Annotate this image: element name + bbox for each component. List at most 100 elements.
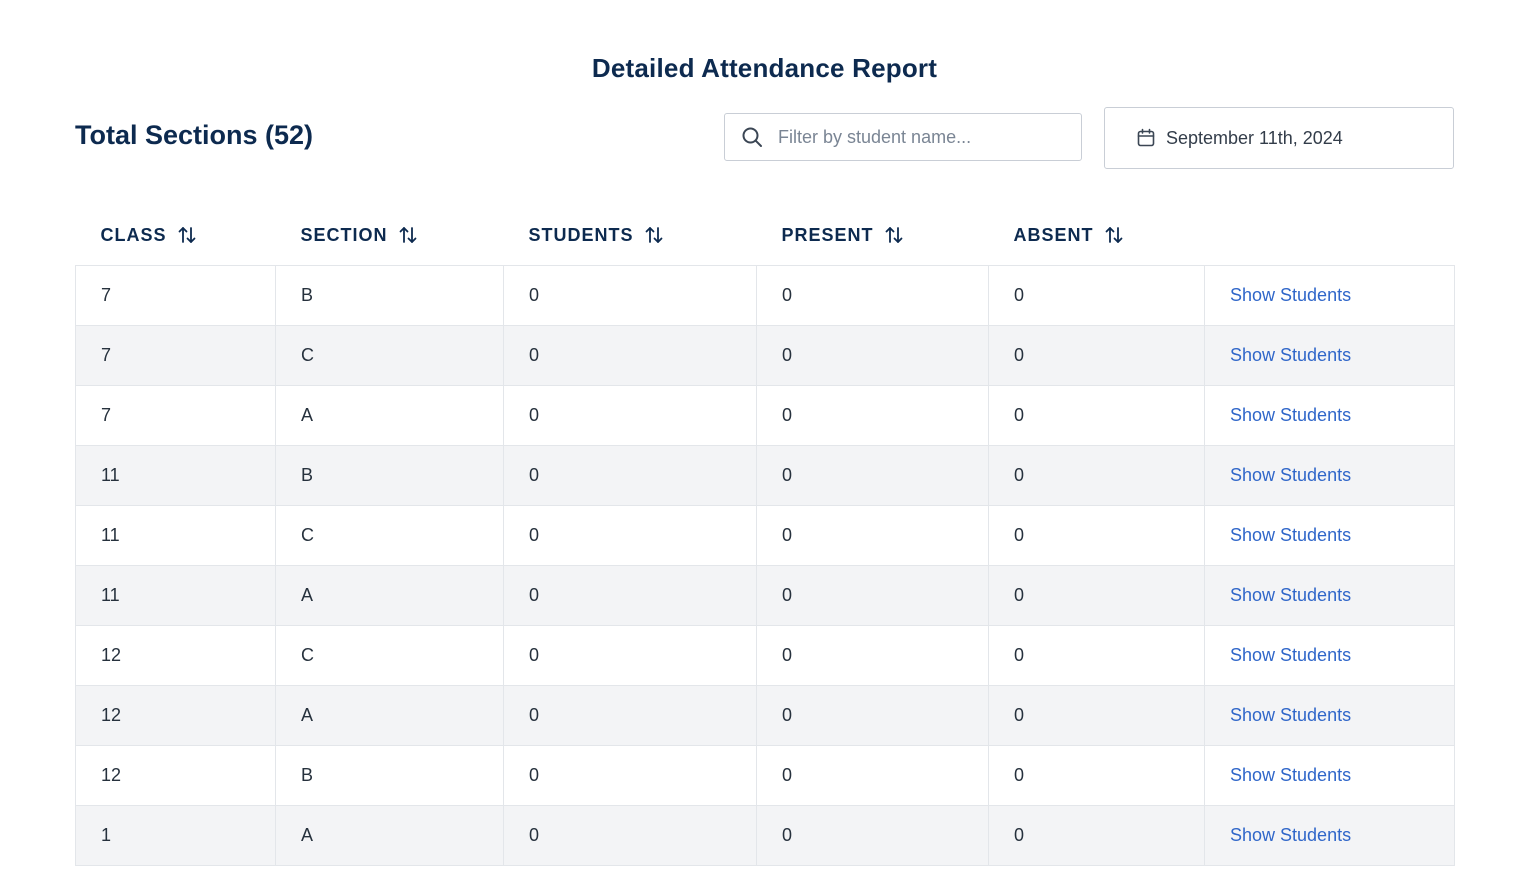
calendar-icon [1136,128,1156,148]
column-header-class[interactable]: CLASS [76,206,276,265]
show-students-link[interactable]: Show Students [1230,705,1351,725]
cell-absent: 0 [988,504,1205,566]
attendance-table: CLASS SECTION STUDENTS PRESENT ABSENT 7B000S… [75,206,1455,866]
cell-present: 0 [756,684,989,746]
cell-students: 0 [503,504,757,566]
cell-action: Show Students [1204,324,1455,386]
show-students-link[interactable]: Show Students [1230,345,1351,365]
cell-section: C [275,624,504,686]
table-row: 11 C 0 0 0 Show Students [75,504,1455,566]
cell-present: 0 [756,744,989,806]
sort-icon[interactable] [398,225,418,245]
show-students-link[interactable]: Show Students [1230,405,1351,425]
cell-absent: 0 [988,744,1205,806]
cell-absent: 0 [988,804,1205,866]
cell-class: 12 [75,684,276,746]
cell-absent: 0 [988,624,1205,686]
show-students-link[interactable]: Show Students [1230,765,1351,785]
cell-absent: 0 [988,564,1205,626]
cell-section: A [275,684,504,746]
cell-action: Show Students [1204,444,1455,506]
column-header-students[interactable]: STUDENTS [504,206,757,265]
cell-section: B [275,264,504,326]
cell-action: Show Students [1204,384,1455,446]
column-header-label: CLASS [100,224,167,245]
cell-action: Show Students [1204,744,1455,806]
column-header-absent[interactable]: ABSENT [989,206,1205,265]
cell-class: 11 [75,444,276,506]
cell-class: 7 [75,384,276,446]
cell-section: A [275,804,504,866]
cell-students: 0 [503,624,757,686]
table-row: 12 C 0 0 0 Show Students [75,624,1455,686]
table-row: 7 C 0 0 0 Show Students [75,324,1455,386]
cell-class: 7 [75,264,276,326]
cell-students: 0 [503,804,757,866]
table-row: 12 A 0 0 0 Show Students [75,684,1455,746]
search-icon [740,125,764,149]
cell-class: 12 [75,624,276,686]
column-header-absent-sort[interactable]: ABSENT [1014,225,1124,246]
cell-present: 0 [756,804,989,866]
table-row: 7 A 0 0 0 Show Students [75,384,1455,446]
cell-class: 1 [75,804,276,866]
cell-action: Show Students [1204,684,1455,746]
show-students-link[interactable]: Show Students [1230,825,1351,845]
cell-action: Show Students [1204,624,1455,686]
table-row: 12 B 0 0 0 Show Students [75,744,1455,806]
cell-students: 0 [503,444,757,506]
column-header-label: SECTION [300,224,388,245]
cell-action: Show Students [1204,804,1455,866]
cell-class: 7 [75,324,276,386]
cell-present: 0 [756,384,989,446]
cell-present: 0 [756,444,989,506]
cell-absent: 0 [988,264,1205,326]
cell-section: A [275,384,504,446]
column-header-present-sort[interactable]: PRESENT [782,225,904,246]
table-row: 11 B 0 0 0 Show Students [75,444,1455,506]
column-header-section-sort[interactable]: SECTION [301,225,418,246]
cell-present: 0 [756,324,989,386]
student-filter[interactable] [724,113,1082,161]
cell-students: 0 [503,684,757,746]
page-title: Detailed Attendance Report [591,53,938,84]
show-students-link[interactable]: Show Students [1230,645,1351,665]
cell-class: 12 [75,744,276,806]
column-header-label: ABSENT [1013,224,1094,245]
cell-absent: 0 [988,444,1205,506]
show-students-link[interactable]: Show Students [1230,285,1351,305]
column-header-section[interactable]: SECTION [276,206,504,265]
table-row: 7 B 0 0 0 Show Students [75,264,1455,326]
show-students-link[interactable]: Show Students [1230,525,1351,545]
cell-action: Show Students [1204,264,1455,326]
column-header-class-sort[interactable]: CLASS [101,225,197,246]
sort-icon[interactable] [884,225,904,245]
column-header-present[interactable]: PRESENT [757,206,989,265]
cell-present: 0 [756,264,989,326]
column-header-label: PRESENT [781,224,874,245]
cell-section: A [275,564,504,626]
total-sections-heading: Total Sections (52) [75,120,314,150]
sort-icon[interactable] [177,225,197,245]
show-students-link[interactable]: Show Students [1230,465,1351,485]
column-header-students-sort[interactable]: STUDENTS [529,225,664,246]
cell-students: 0 [503,324,757,386]
cell-class: 11 [75,564,276,626]
show-students-link[interactable]: Show Students [1230,585,1351,605]
cell-students: 0 [503,264,757,326]
table-body: 7 B 0 0 0 Show Students 7 C 0 0 0 Show Students 7 A 0 0… [75,264,1455,866]
column-header-label: STUDENTS [528,224,634,245]
sort-icon[interactable] [644,225,664,245]
table-row: 11 A 0 0 0 Show Students [75,564,1455,626]
search-input[interactable] [776,125,1060,149]
cell-absent: 0 [988,684,1205,746]
date-picker-button[interactable]: September 11th, 2024 [1104,107,1454,169]
cell-action: Show Students [1204,564,1455,626]
cell-absent: 0 [988,384,1205,446]
cell-students: 0 [503,564,757,626]
table-header-row: CLASS SECTION STUDENTS PRESENT ABSENT [76,206,1455,265]
cell-section: C [275,324,504,386]
cell-section: B [275,444,504,506]
sort-icon[interactable] [1104,225,1124,245]
cell-students: 0 [503,384,757,446]
